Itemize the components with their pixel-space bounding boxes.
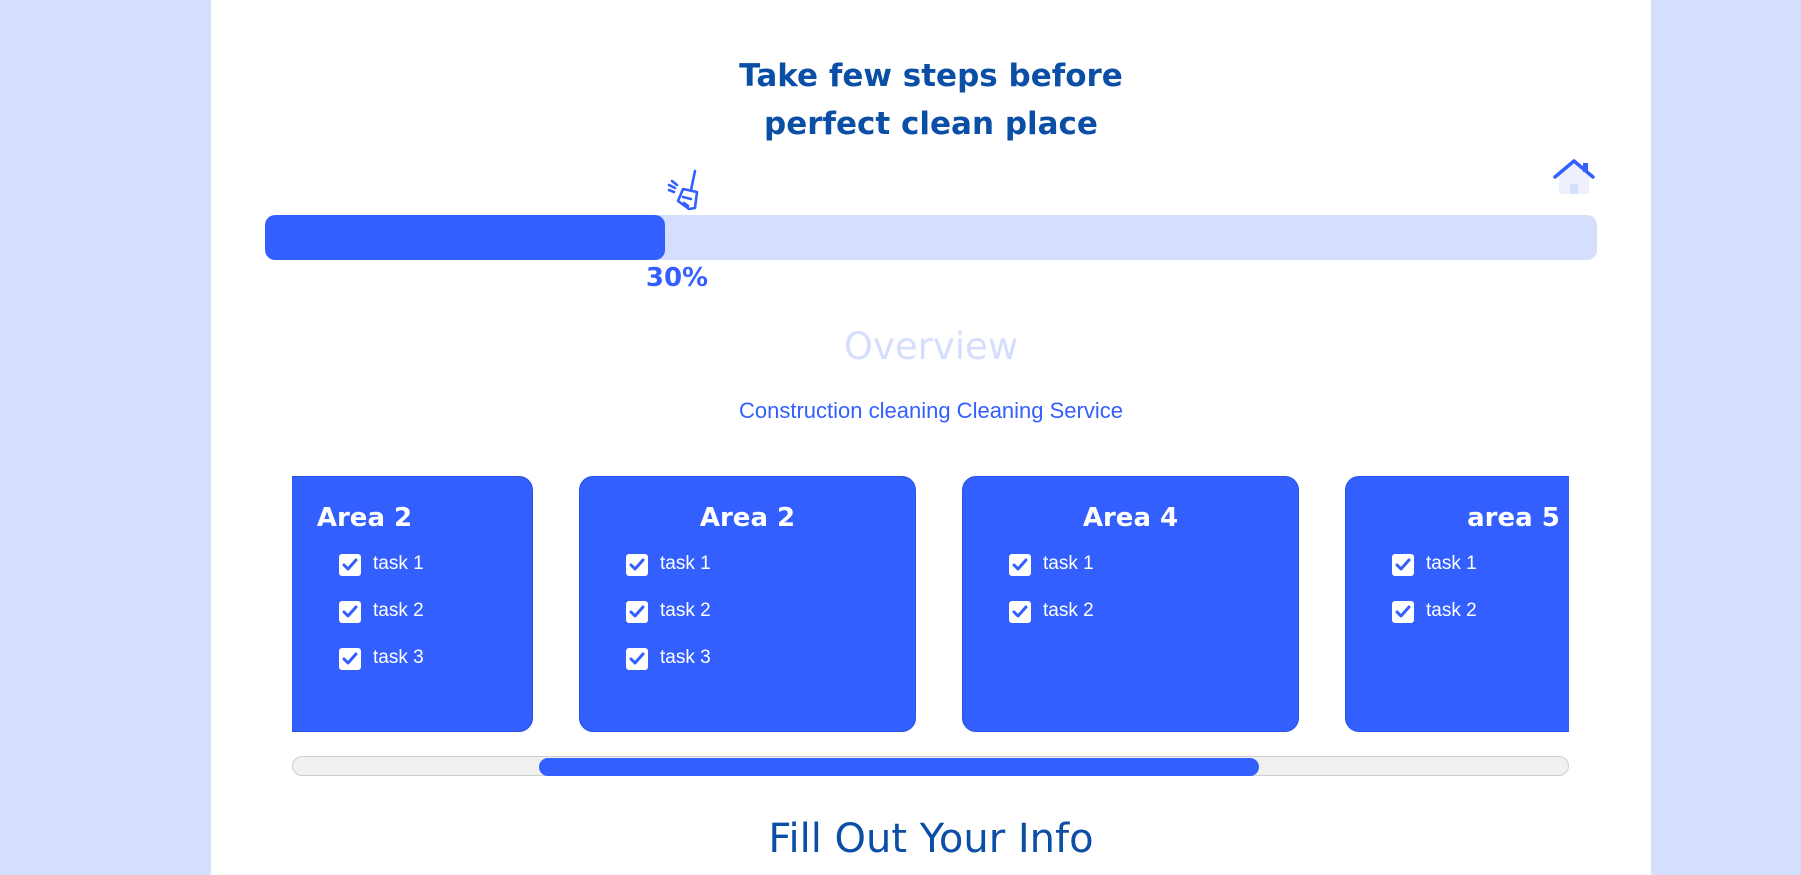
task-list: task 1 task 2 task 3 [339, 551, 424, 692]
task-item: task 2 [339, 598, 424, 645]
task-checkbox[interactable] [339, 601, 361, 623]
area-title: Area 2 [316, 503, 413, 533]
page-title: Take few steps before perfect clean plac… [211, 52, 1651, 148]
task-label: task 1 [1043, 553, 1094, 574]
title-line-2: perfect clean place [764, 106, 1098, 142]
checkmark-icon [342, 652, 358, 665]
area-carousel[interactable]: Area 2 task 1 task 2 task 3 Area 2 task 1 task… [292, 476, 1569, 732]
area-card: area 5 task 1 task 2 [1345, 476, 1569, 732]
task-list: task 1 task 2 [1009, 551, 1094, 645]
checkmark-icon [629, 652, 645, 665]
task-label: task 2 [660, 600, 711, 621]
area-card: Area 2 task 1 task 2 task 3 [292, 476, 533, 732]
task-item: task 2 [626, 598, 711, 645]
task-item: task 1 [339, 551, 424, 598]
task-checkbox[interactable] [1009, 601, 1031, 623]
task-checkbox[interactable] [626, 554, 648, 576]
checkmark-icon [342, 605, 358, 618]
task-label: task 2 [1043, 600, 1094, 621]
task-label: task 1 [373, 553, 424, 574]
service-name: Construction cleaning Cleaning Service [739, 398, 1123, 423]
task-item: task 1 [1009, 551, 1094, 598]
task-item: task 2 [1392, 598, 1477, 645]
checkmark-icon [1012, 605, 1028, 618]
task-checkbox[interactable] [1009, 554, 1031, 576]
checkmark-icon [629, 558, 645, 571]
progress-bar [265, 215, 1597, 260]
checkmark-icon [629, 605, 645, 618]
task-label: task 2 [373, 600, 424, 621]
task-item: task 3 [339, 645, 424, 692]
carousel-scrollbar[interactable] [292, 756, 1569, 776]
title-line-1: Take few steps before [739, 58, 1123, 94]
info-heading: Fill Out Your Info [768, 816, 1094, 862]
area-title: Area 2 [699, 503, 796, 533]
area-card: Area 2 task 1 task 2 task 3 [579, 476, 916, 732]
task-checkbox[interactable] [1392, 601, 1414, 623]
task-label: task 1 [660, 553, 711, 574]
task-checkbox[interactable] [339, 648, 361, 670]
checkmark-icon [1395, 605, 1411, 618]
task-label: task 2 [1426, 600, 1477, 621]
task-list: task 1 task 2 task 3 [626, 551, 711, 692]
task-item: task 3 [626, 645, 711, 692]
house-icon [1553, 159, 1595, 194]
task-checkbox[interactable] [1392, 554, 1414, 576]
task-item: task 2 [1009, 598, 1094, 645]
task-checkbox[interactable] [626, 648, 648, 670]
task-item: task 1 [626, 551, 711, 598]
checkmark-icon [1395, 558, 1411, 571]
broom-icon [667, 169, 699, 211]
checkmark-icon [1012, 558, 1028, 571]
scrollbar-thumb[interactable] [539, 758, 1259, 776]
task-checkbox[interactable] [626, 601, 648, 623]
page-container: Take few steps before perfect clean plac… [211, 0, 1651, 875]
task-label: task 3 [373, 647, 424, 668]
area-card: Area 4 task 1 task 2 [962, 476, 1299, 732]
task-label: task 3 [660, 647, 711, 668]
area-title: Area 4 [1082, 503, 1179, 533]
checkmark-icon [342, 558, 358, 571]
task-checkbox[interactable] [339, 554, 361, 576]
task-list: task 1 task 2 [1392, 551, 1477, 645]
task-item: task 1 [1392, 551, 1477, 598]
progress-fill [265, 215, 665, 260]
progress-percent: 30% [645, 263, 709, 293]
overview-heading: Overview [843, 325, 1019, 368]
area-strip: Area 2 task 1 task 2 task 3 Area 2 task 1 task… [292, 476, 1569, 732]
task-label: task 1 [1426, 553, 1477, 574]
area-title: area 5 [1467, 503, 1560, 533]
